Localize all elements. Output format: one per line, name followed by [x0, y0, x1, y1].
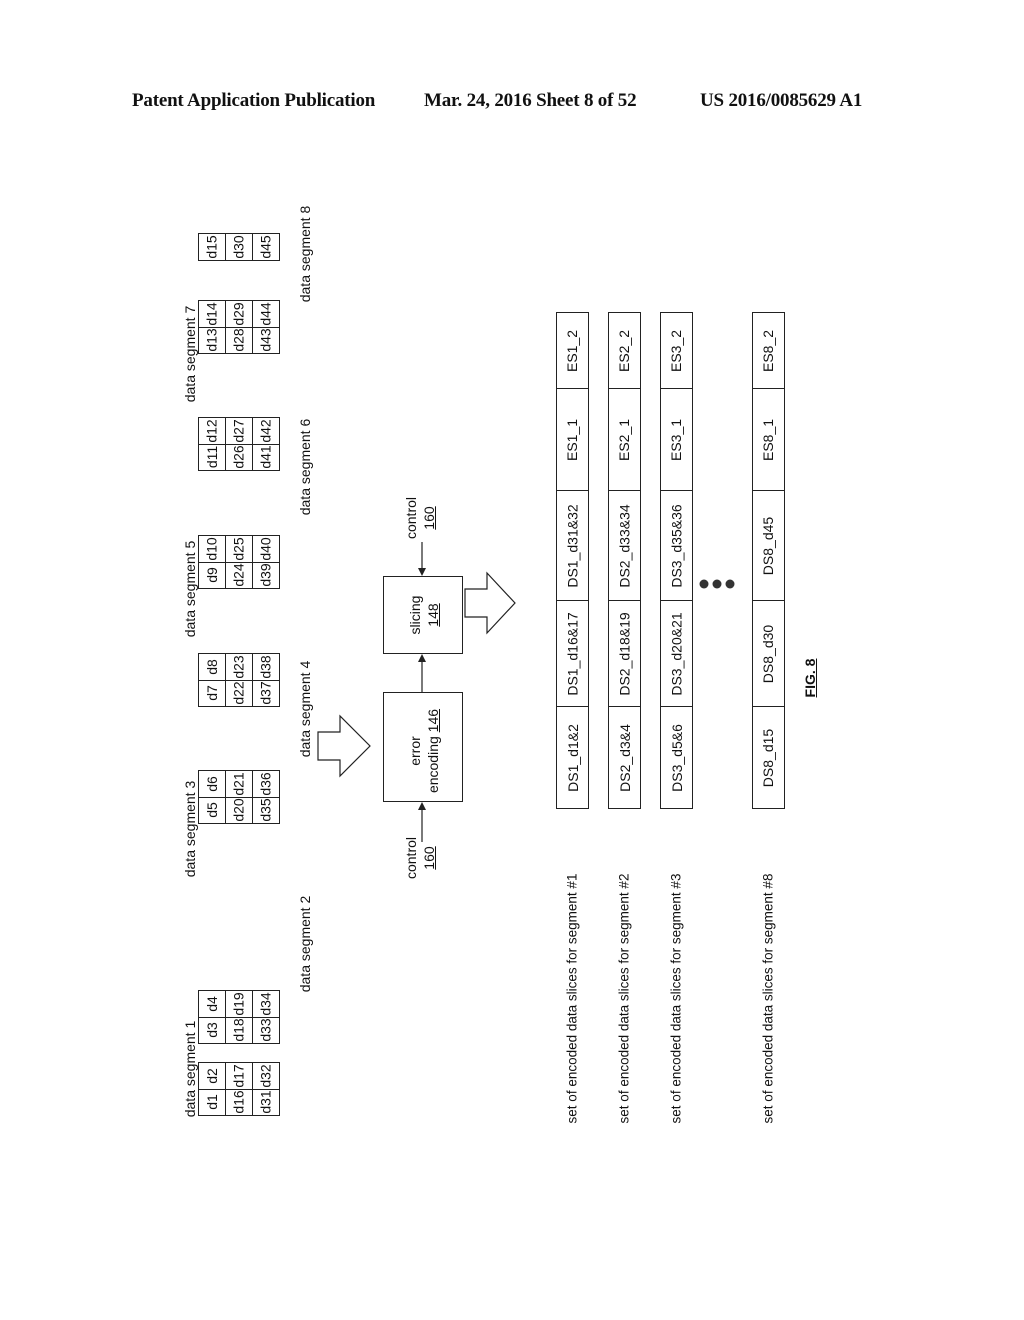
- encoded-slice: DS2_d3&4: [608, 706, 641, 809]
- encoded-slice-text: ES3_2: [668, 329, 685, 372]
- encoded-slice: ES1_2: [556, 312, 589, 389]
- encoded-slice-text: DS1_d1&2: [564, 723, 581, 792]
- control-right-text: control: [403, 496, 419, 540]
- encoded-slice: DS2_d18&19: [608, 600, 641, 707]
- encoded-slice: DS1_d31&32: [556, 490, 589, 601]
- encoded-slice: ES2_1: [608, 388, 641, 491]
- block-arrow-out: [464, 571, 516, 635]
- encoded-slice: DS1_d1&2: [556, 706, 589, 809]
- encoded-slice: DS2_d33&34: [608, 490, 641, 601]
- control-left-ref: 160: [421, 846, 437, 870]
- encoded-slice-text: ES1_2: [564, 329, 581, 372]
- encoded-slice-text: DS8_d15: [760, 728, 777, 787]
- block-arrow-in: [317, 714, 371, 778]
- error-encoding-block: error encoding 146: [383, 692, 463, 802]
- encoded-slice-text: ES8_2: [760, 329, 777, 372]
- encoded-slice: DS8_d45: [752, 490, 785, 601]
- encoded-slice: ES1_1: [556, 388, 589, 491]
- ellipsis-dot: [712, 579, 722, 589]
- slice-set-label: set of encoded data slices for segment #…: [760, 873, 776, 1124]
- encoded-slice: ES8_2: [752, 312, 785, 389]
- encoded-slice: ES2_2: [608, 312, 641, 389]
- encoded-slice: DS3_d5&6: [660, 706, 693, 809]
- encoded-slice-text: DS3_d35&36: [668, 503, 685, 588]
- encoded-slice-text: ES8_1: [760, 418, 777, 461]
- encoded-slice: DS1_d16&17: [556, 600, 589, 707]
- encoded-slice-text: DS2_d18&19: [616, 611, 633, 696]
- encoded-slice-text: DS1_d16&17: [564, 611, 581, 696]
- encoded-slice-text: DS2_d33&34: [616, 503, 633, 588]
- slice-set-label: set of encoded data slices for segment #…: [668, 873, 684, 1124]
- encoded-slice-text: DS3_d20&21: [668, 611, 685, 696]
- encoded-slice-text: ES2_2: [616, 329, 633, 372]
- encoded-slice-text: ES1_1: [564, 418, 581, 461]
- encoded-slice-text: DS8_d30: [760, 624, 777, 683]
- ellipsis-dot: [699, 579, 709, 589]
- ellipsis-dot: [725, 579, 735, 589]
- encoded-slice: DS3_d20&21: [660, 600, 693, 707]
- encoded-slice-text: ES2_1: [616, 418, 633, 461]
- encoded-slice: ES3_2: [660, 312, 693, 389]
- control-left-text: control: [403, 836, 419, 880]
- slice-set-label: set of encoded data slices for segment #…: [616, 873, 632, 1124]
- encoded-slice-text: ES3_1: [668, 418, 685, 461]
- error-encoding-label: error: [407, 736, 423, 766]
- slice-set-label: set of encoded data slices for segment #…: [564, 873, 580, 1124]
- encoded-slice: DS8_d15: [752, 706, 785, 809]
- error-encoding-ref: 146: [425, 708, 441, 733]
- control-right-ref: 160: [421, 506, 437, 530]
- encoded-slice: DS3_d35&36: [660, 490, 693, 601]
- figure-label: FIG. 8: [802, 658, 818, 698]
- encoded-slice: ES3_1: [660, 388, 693, 491]
- encoded-slice-text: DS1_d31&32: [564, 503, 581, 588]
- slicing-block: slicing 148: [383, 576, 463, 654]
- control-left-label: control 160: [402, 818, 438, 898]
- encoded-slice-text: DS3_d5&6: [668, 723, 685, 792]
- slicing-label: slicing: [407, 595, 423, 635]
- error-encoding-label-2: encoding: [425, 736, 441, 794]
- encoded-slice-text: DS8_d45: [760, 516, 777, 575]
- encoded-slice: ES8_1: [752, 388, 785, 491]
- encoded-slice: DS8_d30: [752, 600, 785, 707]
- diagram-connectors: [317, 542, 735, 842]
- encoded-slice-text: DS2_d3&4: [616, 723, 633, 792]
- control-right-label: control 160: [402, 478, 438, 558]
- slicing-ref: 148: [425, 603, 441, 627]
